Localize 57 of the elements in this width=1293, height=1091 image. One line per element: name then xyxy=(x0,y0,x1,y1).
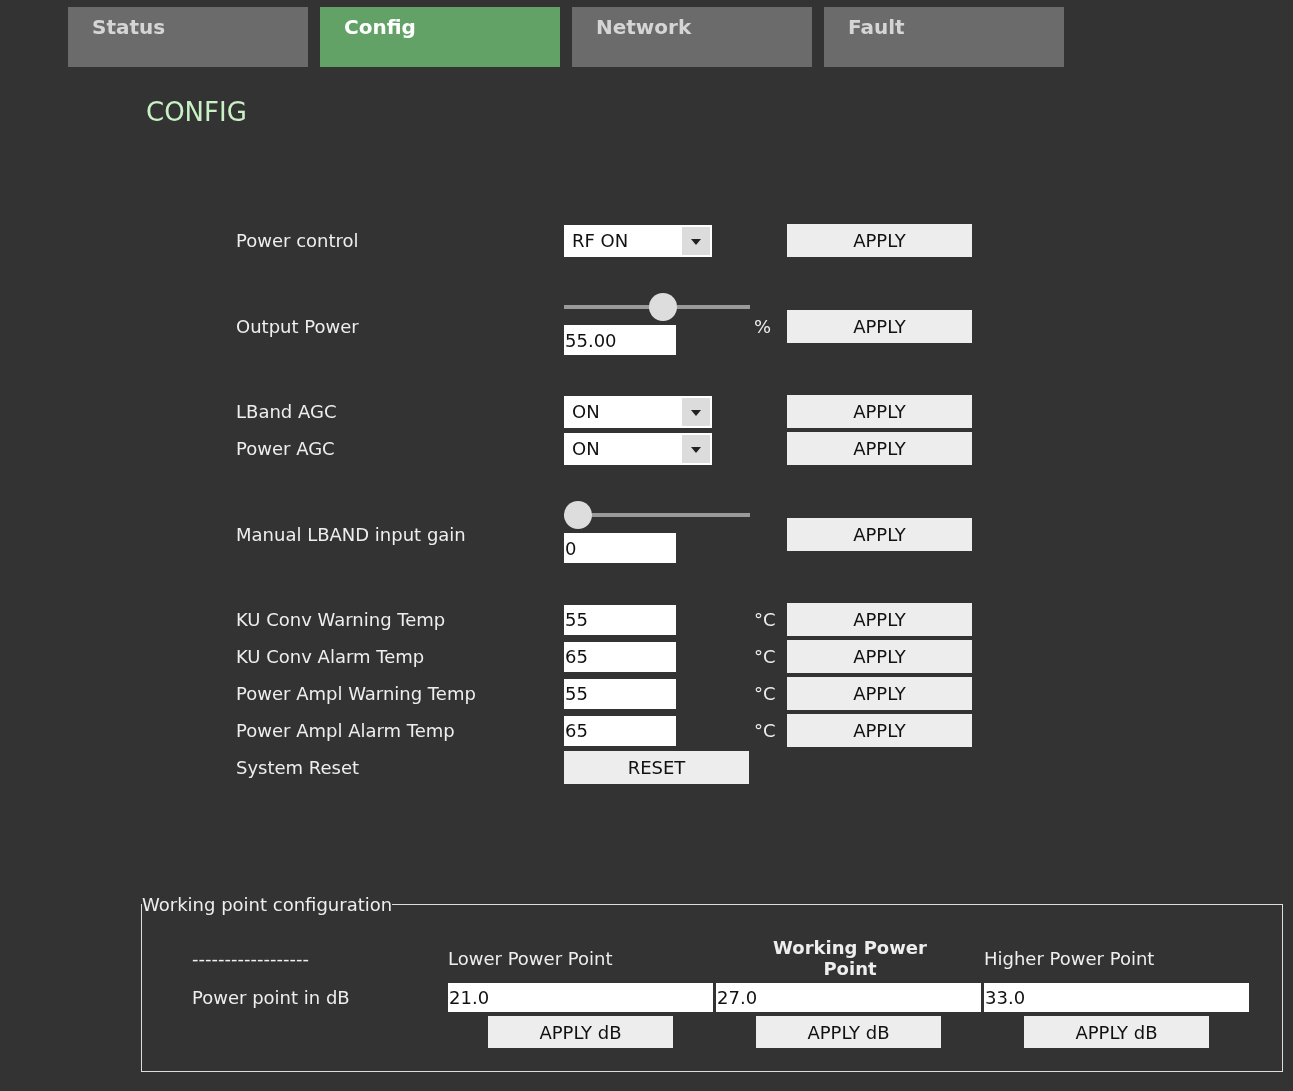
apply-button[interactable]: APPLY xyxy=(787,432,972,465)
unit-label: °C xyxy=(753,609,776,630)
setting-label: LBand AGC xyxy=(236,401,338,422)
dashes-text: ------------------ xyxy=(192,947,310,969)
setting-label: System Reset xyxy=(236,757,361,778)
input-field[interactable]: 65 xyxy=(564,715,676,746)
slider[interactable] xyxy=(564,293,750,321)
setting-label: Power control xyxy=(236,230,360,251)
reset-button[interactable]: RESET xyxy=(564,751,749,784)
setting-label: KU Conv Warning Temp xyxy=(236,609,447,630)
tab[interactable]: Status xyxy=(68,7,308,67)
apply-button[interactable]: APPLY xyxy=(787,677,972,710)
unit-label: °C xyxy=(753,683,776,704)
dropdown[interactable]: ON xyxy=(564,395,712,428)
row-label: Power point in dB xyxy=(192,987,351,1008)
setting-label: Manual LBAND input gain xyxy=(236,523,467,545)
apply-button[interactable]: APPLY xyxy=(787,395,972,428)
unit-label: % xyxy=(753,315,772,337)
caret-icon xyxy=(682,226,710,255)
input-field[interactable]: 0 xyxy=(564,533,676,563)
apply-button[interactable]: APPLY xyxy=(787,714,972,747)
panel-legend: Working point configuration xyxy=(142,894,393,915)
apply-button[interactable]: APPLY xyxy=(787,640,972,673)
unit-label: °C xyxy=(753,646,776,667)
input-field[interactable]: 55.00 xyxy=(564,325,676,355)
input-field[interactable]: 33.0 xyxy=(984,983,1249,1012)
input-field[interactable]: 55 xyxy=(564,604,676,635)
input-field[interactable]: 21.0 xyxy=(448,983,713,1012)
slider-thumb[interactable] xyxy=(564,501,592,529)
caret-icon xyxy=(682,434,710,463)
dropdown[interactable]: ON xyxy=(564,432,712,465)
slider[interactable] xyxy=(564,501,750,529)
input-field[interactable]: 27.0 xyxy=(716,983,981,1012)
page-heading: CONFIG xyxy=(146,97,248,127)
setting-label: Output Power xyxy=(236,315,360,337)
slider-thumb[interactable] xyxy=(649,293,678,321)
setting-label: KU Conv Alarm Temp xyxy=(236,646,426,667)
unit-label: °C xyxy=(753,720,776,741)
input-field[interactable]: 55 xyxy=(564,678,676,709)
column-heading: Working Power Point xyxy=(772,937,928,979)
input-field[interactable]: 65 xyxy=(564,641,676,672)
apply-button[interactable]: APPLY dB xyxy=(488,1016,673,1048)
dropdown[interactable]: RF ON xyxy=(564,224,712,257)
apply-button[interactable]: APPLY xyxy=(787,224,972,257)
apply-button[interactable]: APPLY dB xyxy=(1024,1016,1209,1048)
setting-label: Power Ampl Alarm Temp xyxy=(236,720,456,741)
apply-button[interactable]: APPLY xyxy=(787,517,972,551)
tab[interactable]: Fault xyxy=(824,7,1064,67)
apply-button[interactable]: APPLY xyxy=(787,309,972,343)
tab[interactable]: Network xyxy=(572,7,812,67)
caret-icon xyxy=(682,397,710,426)
setting-label: Power Ampl Warning Temp xyxy=(236,683,477,704)
column-heading: Lower Power Point xyxy=(448,947,614,969)
apply-button[interactable]: APPLY dB xyxy=(756,1016,941,1048)
apply-button[interactable]: APPLY xyxy=(787,603,972,636)
setting-label: Power AGC xyxy=(236,438,336,459)
column-heading: Higher Power Point xyxy=(984,947,1156,969)
